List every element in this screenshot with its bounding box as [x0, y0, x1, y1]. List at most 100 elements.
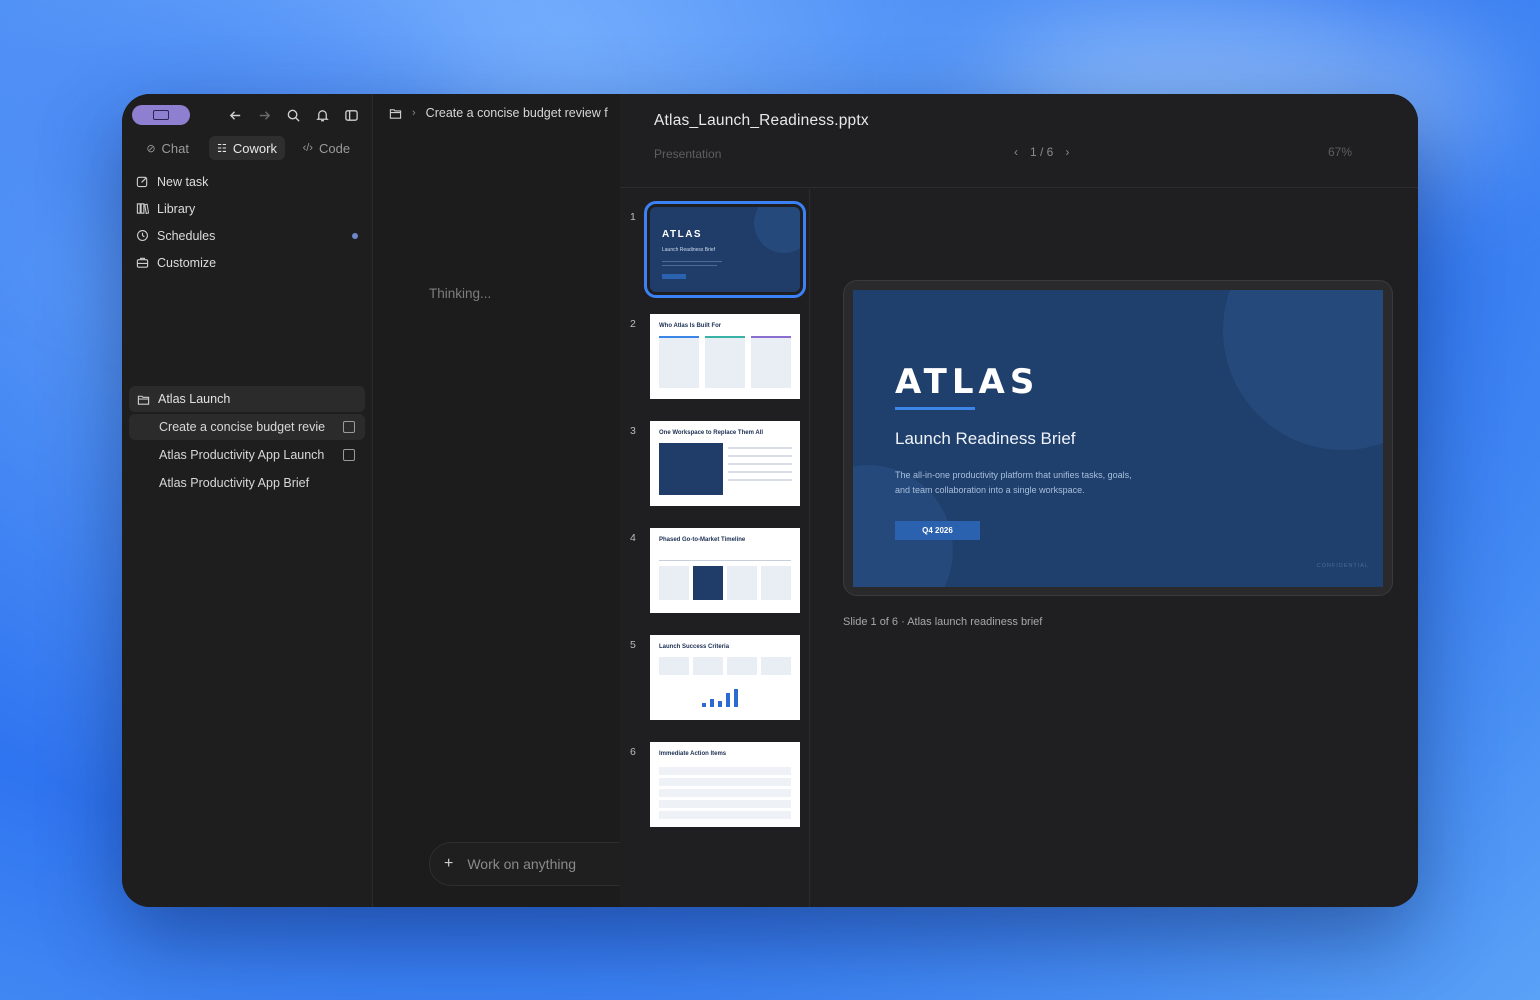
forward-arrow-icon[interactable]: [257, 108, 272, 123]
thumbnail-text-line: [728, 471, 792, 473]
slide-thumbnails: 1 ATLAS Launch Readiness Brief 2 Who Atl…: [620, 189, 810, 907]
briefcase-icon: [136, 257, 149, 268]
thumbnail-card: [693, 657, 723, 675]
sidebar-item-customize[interactable]: Customize: [132, 249, 362, 276]
thumbnail-card: [705, 336, 745, 388]
search-icon[interactable]: [286, 108, 301, 123]
thumbnail-row: [659, 789, 791, 797]
sidebar-toggle-icon[interactable]: [344, 108, 359, 123]
folder-icon[interactable]: [389, 107, 402, 120]
slide-badge: Q4 2026: [895, 521, 980, 540]
composer-input[interactable]: + Work on anything: [429, 842, 649, 886]
thumbnail-number: 4: [630, 532, 636, 544]
thumbnail-bar: [702, 703, 706, 707]
project-task-item[interactable]: Atlas Productivity App Brief: [129, 470, 365, 496]
plus-icon[interactable]: +: [444, 855, 453, 873]
slide-thumbnail-6[interactable]: Immediate Action Items: [650, 742, 800, 827]
sidebar-toolbar: [132, 104, 362, 126]
thumbnail-card: [727, 657, 757, 675]
sidebar-item-new-task[interactable]: New task: [132, 168, 362, 195]
sidebar-item-label: Library: [157, 201, 196, 216]
task-label: Create a concise budget revie: [159, 420, 326, 434]
thumbnail-title: One Workspace to Replace Them All: [659, 430, 764, 436]
thumbnail-card: [659, 443, 723, 495]
thumbnail-title: Immediate Action Items: [659, 751, 727, 757]
thumbnail-title: ATLAS: [662, 229, 703, 240]
breadcrumb-task-title[interactable]: Create a concise budget review f: [426, 106, 608, 120]
project-task-item[interactable]: Create a concise budget revie: [129, 414, 365, 440]
thumbnail-text-line: [728, 447, 792, 449]
thumbnail-card: [751, 336, 791, 388]
code-icon: ‹/›: [302, 142, 313, 154]
tab-cowork[interactable]: ☷ Cowork: [209, 136, 285, 160]
thumbnail-title: Phased Go-to-Market Timeline: [659, 537, 746, 543]
tab-chat-label: Chat: [161, 140, 189, 156]
task-checkbox[interactable]: [343, 449, 355, 461]
slide-heading: Launch Readiness Brief: [895, 429, 1076, 448]
sidebar-item-library[interactable]: Library: [132, 195, 362, 222]
project-task-item[interactable]: Atlas Productivity App Launch: [129, 442, 365, 468]
slide-thumbnail-2[interactable]: Who Atlas Is Built For: [650, 314, 800, 399]
thumbnail-number: 6: [630, 746, 636, 758]
slide-thumbnail-1[interactable]: ATLAS Launch Readiness Brief: [644, 201, 806, 298]
clock-icon: [137, 230, 148, 241]
sidebar-item-schedules[interactable]: Schedules: [132, 222, 362, 249]
tab-chat[interactable]: ⊘ Chat: [130, 136, 205, 160]
thumbnail-row: [659, 767, 791, 775]
project-name: Atlas Launch: [158, 392, 231, 406]
bell-icon[interactable]: [315, 108, 330, 123]
mode-tabs: ⊘ Chat ☷ Cowork ‹/› Code: [130, 136, 364, 160]
slide-body: The all-in-one productivity platform tha…: [895, 470, 1132, 495]
sidebar-item-label: New task: [157, 174, 209, 189]
sidebar-item-label: Customize: [157, 255, 217, 270]
project-folder-atlas-launch[interactable]: Atlas Launch: [129, 386, 365, 412]
task-label: Atlas Productivity App Brief: [159, 476, 310, 490]
file-type: Presentation: [654, 147, 722, 161]
decorative-circle: [1223, 290, 1383, 450]
zoom-level[interactable]: 67%: [1328, 145, 1352, 159]
thumbnail-card: [727, 566, 757, 600]
file-name: Atlas_Launch_Readiness.pptx: [654, 112, 869, 129]
thumbnail-card: [659, 566, 689, 600]
sidebar-nav: New task Library Schedules Customize: [132, 168, 362, 276]
tab-cowork-label: Cowork: [232, 140, 277, 156]
thinking-status: Thinking...: [429, 286, 492, 301]
sidebar: ⊘ Chat ☷ Cowork ‹/› Code New task Library S…: [122, 94, 373, 907]
tab-code-label: Code: [318, 140, 351, 156]
chevron-right-icon: ›: [412, 107, 416, 119]
chat-icon: ⊘: [146, 142, 156, 155]
project-section: Atlas Launch Create a concise budget rev…: [129, 386, 365, 496]
workspace-switcher-button[interactable]: [132, 105, 190, 125]
thumbnail-title: Who Atlas Is Built For: [659, 323, 722, 329]
back-arrow-icon[interactable]: [228, 108, 243, 123]
thumbnail-text-line: [662, 261, 722, 262]
decorative-circle: [754, 207, 800, 253]
chevron-right-icon[interactable]: ›: [1065, 145, 1069, 159]
thumbnail-number: 1: [630, 211, 636, 223]
thumbnail-card: [761, 566, 791, 600]
thumbnail-timeline: [659, 560, 791, 561]
brand-underline: [895, 407, 975, 410]
composer-placeholder: Work on anything: [467, 856, 577, 872]
thumbnail-text-line: [728, 455, 792, 457]
notification-dot: [352, 232, 358, 239]
thumbnail-text-line: [662, 265, 717, 266]
slide-1: ATLAS Launch Readiness Brief The all-in-…: [853, 290, 1383, 587]
thumbnail-title: Launch Success Criteria: [659, 644, 730, 650]
slide-canvas: ATLAS Launch Readiness Brief The all-in-…: [843, 280, 1393, 596]
edit-icon: [136, 176, 148, 188]
thumbnail-subtitle: Launch Readiness Brief: [662, 247, 716, 253]
chevron-left-icon[interactable]: ‹: [1014, 145, 1018, 159]
slide-thumbnail-4[interactable]: Phased Go-to-Market Timeline: [650, 528, 800, 613]
thumbnail-bar: [710, 699, 714, 707]
slide-thumbnail-5[interactable]: Launch Success Criteria: [650, 635, 800, 720]
thumbnail-row: [659, 800, 791, 808]
thumbnail-number: 3: [630, 425, 636, 437]
tab-code[interactable]: ‹/› Code: [289, 136, 364, 160]
thumbnail-badge: [662, 274, 686, 279]
breadcrumb: › Create a concise budget review f: [389, 106, 608, 120]
slide-thumbnail-3[interactable]: One Workspace to Replace Them All: [650, 421, 800, 506]
task-label: Atlas Productivity App Launch: [159, 448, 325, 462]
slide-footer: CONFIDENTIAL: [1316, 563, 1369, 569]
task-checkbox[interactable]: [343, 421, 355, 433]
